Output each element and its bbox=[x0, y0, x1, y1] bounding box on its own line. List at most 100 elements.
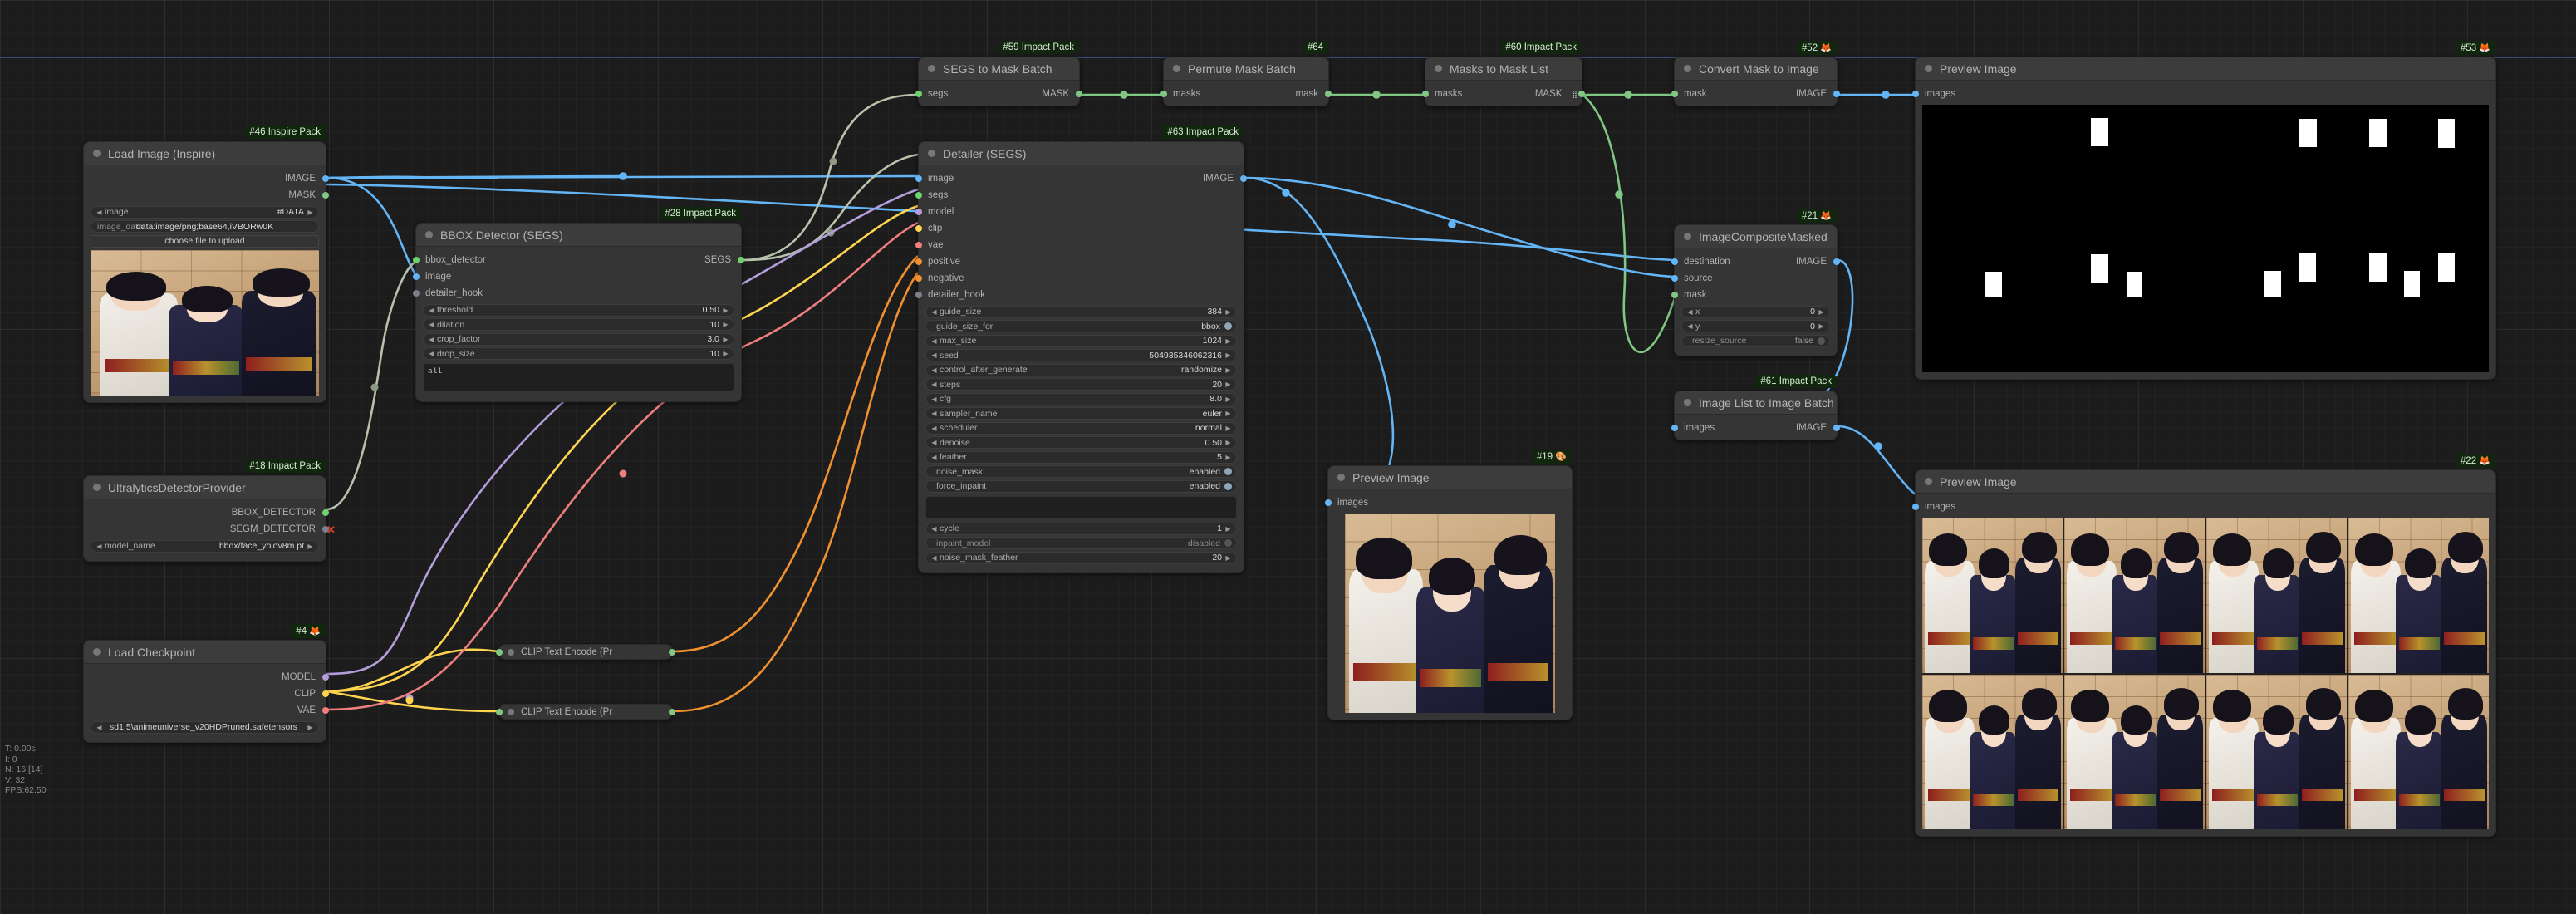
collapse-toggle-icon[interactable] bbox=[1684, 65, 1691, 72]
widget-max-size[interactable]: ◀ max_size 1024 ▶ bbox=[925, 334, 1237, 347]
increment-arrow-icon[interactable]: ▶ bbox=[1224, 410, 1232, 417]
output-slot-clip[interactable]: CLIP bbox=[84, 686, 329, 702]
decrement-arrow-icon[interactable]: ◀ bbox=[930, 396, 938, 403]
increment-arrow-icon[interactable]: ▶ bbox=[1224, 425, 1232, 432]
collapse-toggle-icon[interactable] bbox=[1173, 65, 1180, 72]
input-slot-model[interactable]: model bbox=[915, 204, 1244, 220]
widget-steps[interactable]: ◀ steps 20 ▶ bbox=[925, 378, 1237, 391]
pin-image-out[interactable] bbox=[1833, 91, 1840, 97]
output-slot-segm-detector[interactable]: SEGM_DETECTOR ✕ bbox=[84, 521, 336, 538]
pin-image-out[interactable] bbox=[1833, 425, 1840, 431]
output-slot-segs[interactable]: SEGS bbox=[641, 252, 744, 268]
input-slot-mask[interactable]: mask bbox=[1671, 287, 1837, 303]
widget-image[interactable]: ◀ image #DATA ▶ bbox=[91, 205, 319, 219]
increment-arrow-icon[interactable]: ▶ bbox=[307, 543, 314, 550]
increment-arrow-icon[interactable]: ▶ bbox=[1224, 554, 1232, 562]
increment-arrow-icon[interactable]: ▶ bbox=[722, 350, 729, 357]
widget-guide-size[interactable]: ◀ guide_size 384 ▶ bbox=[925, 305, 1237, 318]
collapse-toggle-icon[interactable] bbox=[508, 708, 514, 715]
widget-noise-mask-feather[interactable]: ◀ noise_mask_feather 20 ▶ bbox=[925, 551, 1237, 564]
node-title-preview-mask[interactable]: Preview Image bbox=[1916, 57, 2495, 81]
node-title-convert-mask-to-image[interactable]: Convert Mask to Image bbox=[1675, 57, 1837, 81]
collapse-toggle-icon[interactable] bbox=[508, 648, 514, 656]
decrement-arrow-icon[interactable]: ◀ bbox=[930, 410, 938, 417]
pin-conditioning-out[interactable] bbox=[669, 648, 675, 656]
pin-clip-in[interactable] bbox=[496, 648, 503, 656]
node-title-detailer[interactable]: Detailer (SEGS) bbox=[919, 142, 1244, 165]
pin-image-out[interactable] bbox=[322, 175, 329, 182]
widget-noise-mask[interactable]: noise_mask enabled bbox=[925, 465, 1237, 478]
decrement-arrow-icon[interactable]: ◀ bbox=[96, 724, 103, 731]
decrement-arrow-icon[interactable]: ◀ bbox=[930, 439, 938, 446]
pin-model-out[interactable] bbox=[322, 674, 329, 681]
pin-image-out[interactable] bbox=[1833, 258, 1840, 265]
pin-positive-in[interactable] bbox=[915, 258, 922, 265]
node-segs-to-mask-batch[interactable]: #59 Impact Pack SEGS to Mask Batch segs … bbox=[915, 41, 1082, 106]
pin-clip-in[interactable] bbox=[496, 708, 503, 715]
node-bbox-detector-segs[interactable]: #28 Impact Pack BBOX Detector (SEGS) bbo… bbox=[413, 207, 744, 402]
widget-dilation[interactable]: ◀ dilation 10 ▶ bbox=[423, 318, 734, 331]
widget-cycle[interactable]: ◀ cycle 1 ▶ bbox=[925, 522, 1237, 535]
increment-arrow-icon[interactable]: ▶ bbox=[1224, 308, 1232, 316]
input-slot-detailer-hook[interactable]: detailer_hook bbox=[413, 285, 741, 302]
node-title-preview-grid[interactable]: Preview Image bbox=[1916, 470, 2495, 494]
widget-x[interactable]: ◀ x 0 ▶ bbox=[1681, 305, 1830, 318]
decrement-arrow-icon[interactable]: ◀ bbox=[930, 454, 938, 461]
widget-threshold[interactable]: ◀ threshold 0.50 ▶ bbox=[423, 303, 734, 317]
node-image-composite-masked[interactable]: #21 🦊 ImageCompositeMasked destination I… bbox=[1671, 209, 1840, 356]
node-title-ultralytics[interactable]: UltralyticsDetectorProvider bbox=[84, 476, 326, 499]
collapse-toggle-icon[interactable] bbox=[93, 150, 101, 157]
increment-arrow-icon[interactable]: ▶ bbox=[1818, 322, 1825, 330]
output-slot-image[interactable]: IMAGE bbox=[1754, 420, 1840, 436]
widget-denoise[interactable]: ◀ denoise 0.50 ▶ bbox=[925, 436, 1237, 449]
input-slot-negative[interactable]: negative bbox=[915, 270, 1244, 287]
increment-arrow-icon[interactable]: ▶ bbox=[1224, 351, 1232, 359]
output-slot-image[interactable]: IMAGE bbox=[84, 170, 329, 187]
output-slot-image[interactable]: IMAGE bbox=[1144, 170, 1247, 187]
input-slot-images[interactable]: images bbox=[1912, 499, 2495, 515]
widget-cfg[interactable]: ◀ cfg 8.0 ▶ bbox=[925, 392, 1237, 405]
node-title-load-checkpoint[interactable]: Load Checkpoint bbox=[84, 641, 326, 664]
collapse-toggle-icon[interactable] bbox=[1337, 474, 1345, 481]
node-convert-mask-to-image[interactable]: #52 🦊 Convert Mask to Image mask IMAGE bbox=[1671, 41, 1840, 106]
output-slot-mask[interactable]: MASK bbox=[988, 86, 1082, 102]
pin-vae-out[interactable] bbox=[322, 707, 329, 714]
node-clip-text-encode-positive[interactable]: CLIP Text Encode (Pr bbox=[496, 644, 675, 660]
pin-mask-out[interactable] bbox=[1325, 91, 1332, 97]
pin-negative-in[interactable] bbox=[915, 275, 922, 282]
pin-images-in[interactable] bbox=[1912, 504, 1919, 510]
widget-image-data[interactable]: image_data data:image/png;base64,iVBORw0… bbox=[91, 220, 319, 233]
output-slot-image[interactable]: IMAGE bbox=[1745, 86, 1840, 102]
node-title-masks-to-mask-list[interactable]: Masks to Mask List bbox=[1425, 57, 1582, 81]
collapse-toggle-icon[interactable] bbox=[928, 150, 935, 157]
pin-detailer-hook-in[interactable] bbox=[413, 290, 420, 297]
pin-clip-in[interactable] bbox=[915, 225, 922, 232]
output-slot-mask[interactable]: mask bbox=[1237, 86, 1332, 102]
decrement-arrow-icon[interactable]: ◀ bbox=[930, 351, 938, 359]
node-title-bbox-detector[interactable]: BBOX Detector (SEGS) bbox=[416, 224, 741, 247]
decrement-arrow-icon[interactable]: ◀ bbox=[96, 209, 103, 216]
decrement-arrow-icon[interactable]: ◀ bbox=[930, 381, 938, 388]
input-slot-source[interactable]: source bbox=[1671, 270, 1837, 287]
widget-seed[interactable]: ◀ seed 504935346062316 ▶ bbox=[925, 349, 1237, 361]
increment-arrow-icon[interactable]: ▶ bbox=[1224, 381, 1232, 388]
upload-file-button[interactable]: choose file to upload bbox=[91, 234, 319, 248]
decrement-arrow-icon[interactable]: ◀ bbox=[930, 366, 938, 374]
increment-arrow-icon[interactable]: ▶ bbox=[1224, 366, 1232, 374]
widget-drop-size[interactable]: ◀ drop_size 10 ▶ bbox=[423, 347, 734, 360]
decrement-arrow-icon[interactable]: ◀ bbox=[428, 321, 435, 328]
pin-bbox-detector-out[interactable] bbox=[322, 509, 329, 516]
decrement-arrow-icon[interactable]: ◀ bbox=[930, 554, 938, 562]
widget-y[interactable]: ◀ y 0 ▶ bbox=[1681, 320, 1830, 332]
pin-image-in[interactable] bbox=[413, 273, 420, 280]
increment-arrow-icon[interactable]: ▶ bbox=[1224, 337, 1232, 345]
pin-vae-in[interactable] bbox=[915, 242, 922, 248]
decrement-arrow-icon[interactable]: ◀ bbox=[96, 543, 103, 550]
input-slot-image[interactable]: image bbox=[413, 268, 741, 285]
node-image-list-to-image-batch[interactable]: #61 Impact Pack Image List to Image Batc… bbox=[1671, 375, 1840, 440]
node-title-load-image[interactable]: Load Image (Inspire) bbox=[84, 142, 326, 165]
widget-guide-size-for[interactable]: guide_size_for bbox bbox=[925, 320, 1237, 332]
pin-destination-in[interactable] bbox=[1671, 258, 1678, 265]
increment-arrow-icon[interactable]: ▶ bbox=[1224, 439, 1232, 446]
increment-arrow-icon[interactable]: ▶ bbox=[307, 724, 314, 731]
